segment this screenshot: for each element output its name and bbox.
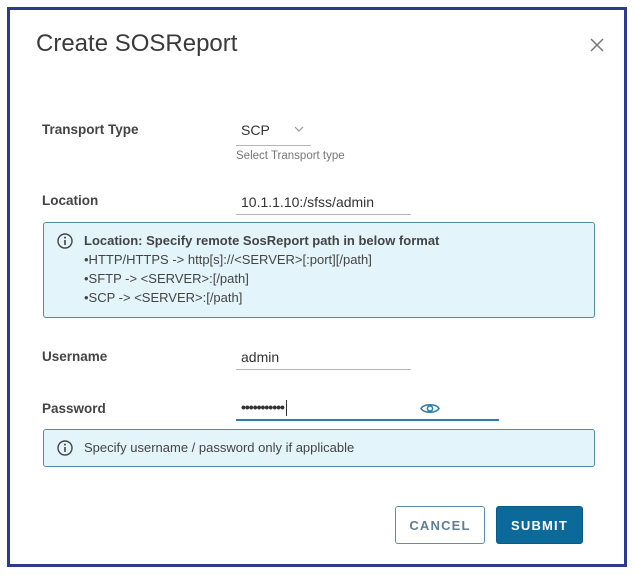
username-label: Username <box>42 349 108 364</box>
transport-type-value: SCP <box>241 122 270 138</box>
credentials-info-text: Specify username / password only if appl… <box>84 440 355 455</box>
info-icon <box>57 440 73 456</box>
credentials-info-box: Specify username / password only if appl… <box>43 429 595 467</box>
password-label: Password <box>42 401 106 416</box>
submit-button[interactable]: SUBMIT <box>496 506 583 544</box>
transport-type-select[interactable]: SCP <box>236 122 311 146</box>
location-info-heading: Location: Specify remote SosReport path … <box>84 233 440 248</box>
password-value: ••••••••••• <box>241 399 285 415</box>
username-input[interactable]: admin <box>236 349 411 370</box>
location-info-line: •SCP -> <SERVER>:[/path] <box>84 290 243 305</box>
location-info-line: •SFTP -> <SERVER>:[/path] <box>84 271 249 286</box>
close-icon[interactable] <box>588 36 606 54</box>
transport-type-label: Transport Type <box>42 122 139 137</box>
location-label: Location <box>42 193 99 208</box>
text-cursor <box>285 400 287 417</box>
transport-type-helper: Select Transport type <box>236 150 345 162</box>
dialog-title: Create SOSReport <box>36 30 238 57</box>
eye-icon[interactable] <box>420 402 440 415</box>
location-info-box: Location: Specify remote SosReport path … <box>43 222 595 318</box>
location-input[interactable]: 10.1.1.10:/sfss/admin <box>236 194 411 215</box>
cancel-button[interactable]: CANCEL <box>395 506 485 544</box>
info-icon <box>57 233 73 249</box>
location-info-line: •HTTP/HTTPS -> http[s]://<SERVER>[:port]… <box>84 252 372 267</box>
password-input[interactable]: ••••••••••• <box>236 399 499 421</box>
chevron-down-icon <box>294 126 304 132</box>
